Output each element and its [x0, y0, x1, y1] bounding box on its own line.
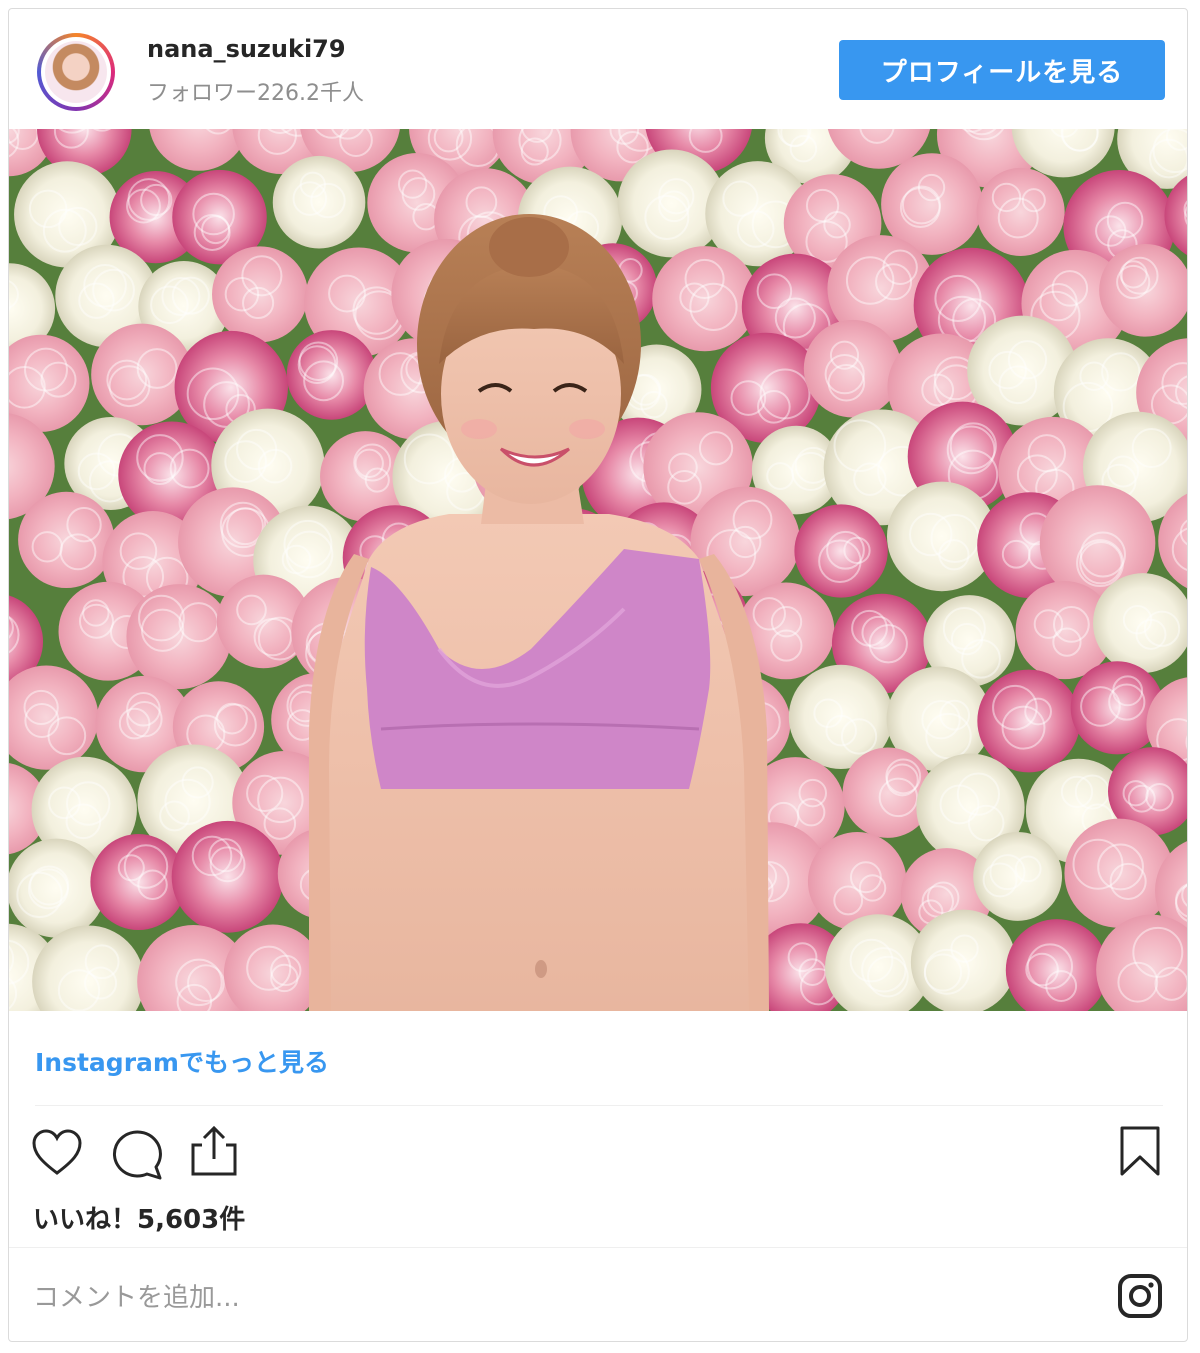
- comment-icon[interactable]: [109, 1127, 165, 1181]
- instagram-icon[interactable]: [1117, 1273, 1163, 1319]
- view-more-on-instagram-link[interactable]: Instagramでもっと見る: [35, 1043, 329, 1079]
- view-profile-button[interactable]: プロフィールを見る: [839, 40, 1165, 100]
- follower-count: フォロワー226.2千人: [147, 81, 364, 106]
- heart-icon[interactable]: [31, 1129, 83, 1177]
- share-icon[interactable]: [189, 1125, 239, 1177]
- avatar-image: [45, 41, 107, 103]
- avatar[interactable]: [37, 33, 115, 111]
- divider: [9, 1247, 1187, 1248]
- like-count: いいね！5,603件: [33, 1205, 246, 1235]
- bookmark-icon[interactable]: [1119, 1125, 1161, 1177]
- post-photo[interactable]: [9, 129, 1187, 1011]
- username[interactable]: nana_suzuki79: [147, 35, 346, 63]
- flower-wall-photo: [9, 129, 1187, 1011]
- comment-input[interactable]: コメントを追加...: [33, 1277, 240, 1314]
- divider: [35, 1105, 1163, 1106]
- instagram-embed-card: nana_suzuki79 フォロワー226.2千人 プロフィールを見る Ins…: [8, 8, 1188, 1342]
- avatar-frame: [41, 37, 111, 107]
